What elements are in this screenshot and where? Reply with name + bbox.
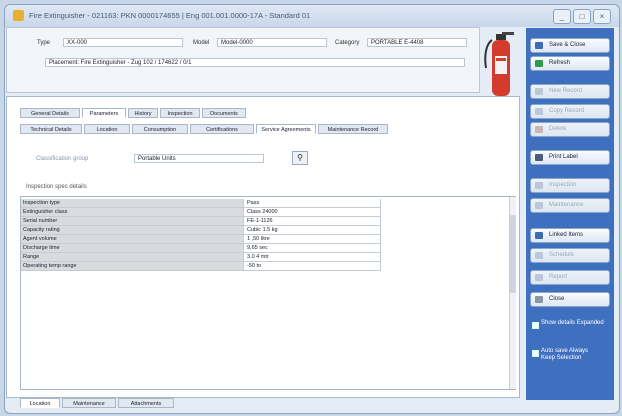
window-title: Fire Extinguisher - 021163: PKN 00001746… xyxy=(29,11,311,20)
print-label-button[interactable]: Print Label xyxy=(530,150,610,165)
grid-scrollbar[interactable] xyxy=(509,197,516,389)
type-field[interactable]: XX-000 xyxy=(63,38,183,47)
print-icon xyxy=(535,154,543,161)
delete-icon xyxy=(535,126,543,133)
row-value[interactable]: -50 to xyxy=(243,262,381,271)
schedule-button[interactable]: Schedule xyxy=(530,248,610,263)
row-name: Serial number xyxy=(21,217,243,226)
report-button[interactable]: Report xyxy=(530,270,610,285)
grid-row[interactable]: Range 3.0 4 mtr xyxy=(21,253,381,262)
refresh-icon xyxy=(535,60,543,67)
subtab-location[interactable]: Location xyxy=(84,124,130,134)
new-icon xyxy=(535,88,543,95)
grid-row[interactable]: Inspection type Pass xyxy=(21,199,381,208)
row-name: Range xyxy=(21,253,243,262)
row-value[interactable]: Cubic 1.5 kg xyxy=(243,226,381,235)
checkbox-box[interactable] xyxy=(532,350,539,357)
bottom-tab-maintenance[interactable]: Maintenance xyxy=(62,398,116,408)
grid-row[interactable]: Extinguisher class Class 24000 xyxy=(21,208,381,217)
model-field[interactable]: Model-0000 xyxy=(217,38,327,47)
grid-row[interactable]: Operating temp range -50 to xyxy=(21,262,381,271)
minimize-button[interactable]: _ xyxy=(553,9,571,24)
row-name: Extinguisher class xyxy=(21,208,243,217)
row-value[interactable]: Pass xyxy=(243,199,381,208)
subtab-maintenance[interactable]: Maintenance Record xyxy=(318,124,388,134)
scrollbar-thumb[interactable] xyxy=(510,215,516,293)
delete-button[interactable]: Delete xyxy=(530,122,610,137)
subtab-certifications[interactable]: Certifications xyxy=(190,124,254,134)
copy-record-button[interactable]: Copy Record xyxy=(530,104,610,119)
grid-row[interactable]: Capacity rating Cubic 1.5 kg xyxy=(21,226,381,235)
row-value[interactable]: FE-1-1126 xyxy=(243,217,381,226)
row-name: Agent volume xyxy=(21,235,243,244)
app-icon xyxy=(13,10,24,21)
bottom-tab-location[interactable]: Location xyxy=(20,398,60,408)
description-field[interactable]: Placement: Fire Extinguisher - Zug 102 /… xyxy=(45,58,465,67)
tab-documents[interactable]: Documents xyxy=(202,108,246,118)
tab-general[interactable]: General Details xyxy=(20,108,80,118)
close-icon xyxy=(535,296,543,303)
action-sidebar: Save & Close Refresh New Record Copy Rec… xyxy=(526,28,614,400)
refresh-button[interactable]: Refresh xyxy=(530,56,610,71)
row-name: Capacity rating xyxy=(21,226,243,235)
tab-parameters[interactable]: Parameters xyxy=(82,108,126,118)
tab-inspection[interactable]: Inspection xyxy=(160,108,200,118)
model-label: Model xyxy=(193,40,210,46)
tools-icon xyxy=(535,202,543,209)
properties-grid: Inspection type Pass Extinguisher class Cl… xyxy=(20,196,516,390)
calendar-icon xyxy=(535,252,543,259)
close-button[interactable]: Close xyxy=(530,292,610,307)
report-icon xyxy=(535,274,543,281)
category-label: Category xyxy=(335,40,360,46)
row-name: Operating temp range xyxy=(21,262,243,271)
subtab-technical[interactable]: Technical Details xyxy=(20,124,82,134)
grid-row[interactable]: Discharge time 9,65 sec xyxy=(21,244,381,253)
inspection-button[interactable]: Inspection xyxy=(530,178,610,193)
classification-field[interactable]: Portable Units xyxy=(134,154,264,163)
grid-row[interactable]: Serial number FE-1-1126 xyxy=(21,217,381,226)
close-window-button[interactable]: × xyxy=(593,9,611,24)
subtab-service[interactable]: Service Agreements xyxy=(256,124,316,134)
title-bar: Fire Extinguisher - 021163: PKN 00001746… xyxy=(5,5,619,27)
grid-caption: Inspection spec details xyxy=(26,184,87,190)
linked-items-button[interactable]: Linked Items xyxy=(530,228,610,243)
row-value[interactable]: Class 24000 xyxy=(243,208,381,217)
row-value[interactable]: 9,65 sec xyxy=(243,244,381,253)
row-value[interactable]: 1 ,50 litre xyxy=(243,235,381,244)
row-name: Discharge time xyxy=(21,244,243,253)
maximize-button[interactable]: □ xyxy=(573,9,591,24)
row-value[interactable]: 3.0 4 mtr xyxy=(243,253,381,262)
maintenance-button[interactable]: Maintenance xyxy=(530,198,610,213)
checkbox-box[interactable] xyxy=(532,322,539,329)
category-field[interactable]: PORTABLE E-4408 xyxy=(367,38,467,47)
link-icon xyxy=(535,232,543,239)
new-record-button[interactable]: New Record xyxy=(530,84,610,99)
record-header: Type XX-000 Model Model-0000 Category PO… xyxy=(6,27,480,93)
bottom-tab-attachments[interactable]: Attachments xyxy=(118,398,174,408)
save-close-button[interactable]: Save & Close xyxy=(530,38,610,53)
classification-label: Classification group xyxy=(36,156,89,162)
checkbox-label: Auto save Always Keep Selection xyxy=(541,348,589,361)
row-name: Inspection type xyxy=(21,199,243,208)
grid-row[interactable]: Agent volume 1 ,50 litre xyxy=(21,235,381,244)
copy-icon xyxy=(535,108,543,115)
auto-save-checkbox[interactable]: Auto save Always Keep Selection xyxy=(532,348,610,388)
tab-history[interactable]: History xyxy=(128,108,158,118)
type-label: Type xyxy=(37,40,51,46)
show-expanded-checkbox[interactable]: Show details Expanded xyxy=(532,320,610,336)
fire-extinguisher-image xyxy=(484,32,514,96)
subtab-consumption[interactable]: Consumption xyxy=(132,124,188,134)
search-icon[interactable]: ⚲ xyxy=(292,151,308,165)
inspect-icon xyxy=(535,182,543,189)
save-icon xyxy=(535,42,543,49)
checkbox-label: Show details Expanded xyxy=(541,320,604,326)
